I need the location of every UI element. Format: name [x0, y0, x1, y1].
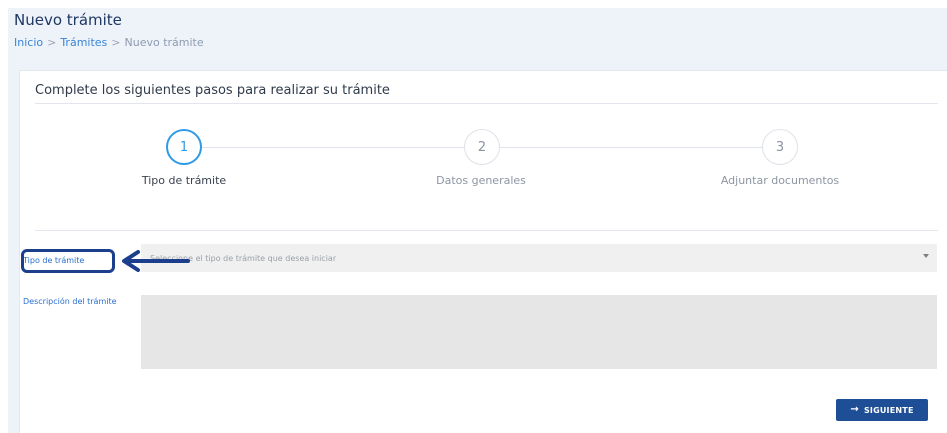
breadcrumb-tramites-link[interactable]: Trámites [60, 36, 107, 49]
chevron-down-icon[interactable] [923, 254, 929, 258]
wizard-heading: Complete los siguientes pasos para reali… [35, 83, 390, 98]
annotation-arrow-icon [122, 250, 190, 272]
step-3-label: Adjuntar documentos [720, 174, 840, 187]
page-title: Nuevo trámite [14, 11, 122, 29]
annotation-highlight-box [21, 249, 115, 273]
breadcrumb-current: Nuevo trámite [124, 36, 204, 49]
breadcrumb-home-link[interactable]: Inicio [14, 36, 43, 49]
tipo-tramite-select[interactable]: Seleccione el tipo de trámite que desea … [141, 244, 937, 272]
breadcrumb-separator: > [111, 36, 121, 49]
step-1-circle[interactable]: 1 [166, 129, 202, 165]
breadcrumb: Inicio > Trámites > Nuevo trámite [14, 36, 204, 49]
breadcrumb-separator: > [47, 36, 57, 49]
step-1-label: Tipo de trámite [141, 174, 227, 187]
stepper-connector [202, 147, 464, 148]
header-divider [35, 103, 938, 104]
descripcion-textarea[interactable] [141, 295, 937, 369]
stepper-connector [500, 147, 762, 148]
arrow-right-icon: → [850, 404, 859, 415]
form-divider [35, 230, 938, 231]
step-2-label: Datos generales [436, 174, 526, 187]
next-button[interactable]: → SIGUIENTE [836, 399, 928, 421]
next-button-label: SIGUIENTE [863, 405, 914, 415]
step-2-circle[interactable]: 2 [464, 129, 500, 165]
step-3-circle[interactable]: 3 [762, 129, 798, 165]
descripcion-label: Descripción del trámite [23, 297, 117, 306]
